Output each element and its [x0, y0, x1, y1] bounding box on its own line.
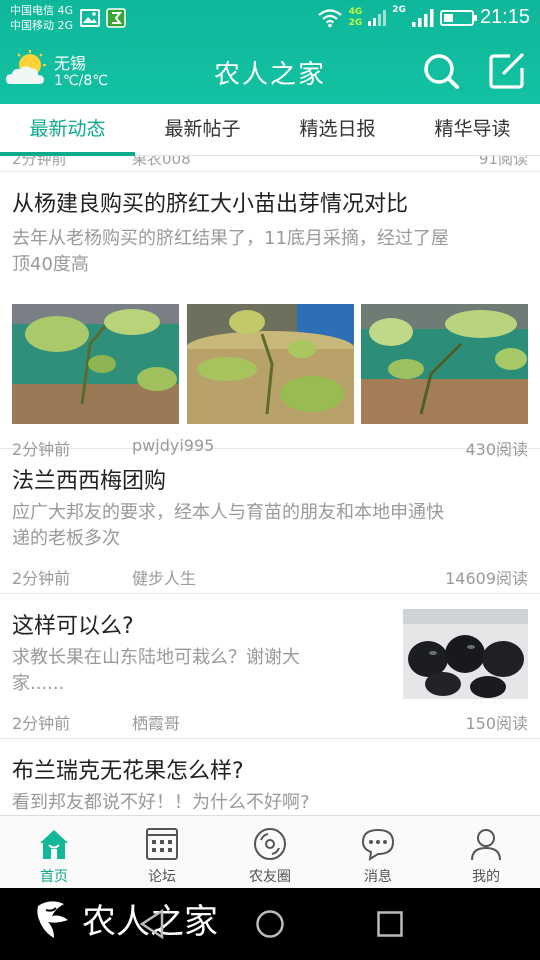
back-icon[interactable]: [138, 908, 166, 940]
notification-icons: [80, 8, 126, 28]
excerpt-line: 家......: [12, 673, 65, 694]
circle-disc-icon: [254, 828, 286, 860]
nav-forum[interactable]: 论坛: [108, 816, 216, 888]
post-feed[interactable]: 2分钟前 果农008 91阅读 从杨建良购买的脐红大小苗出芽情况对比 去年从老杨…: [0, 156, 540, 815]
battery-icon: [439, 9, 477, 26]
seedling-photo-2[interactable]: [187, 304, 354, 424]
nav-label: 论坛: [148, 869, 176, 885]
nav-farmer-circle[interactable]: 农友圈: [216, 816, 324, 888]
post-title: 布兰瑞克无花果怎么样?: [12, 759, 244, 784]
post-time: 2分钟前: [12, 569, 71, 588]
status-time: 21:15: [479, 6, 530, 28]
status-bar: 中国电信 4G 中国移动 2G 4G 2G 2G 21:15: [0, 0, 540, 38]
home-circle-icon[interactable]: [255, 908, 285, 940]
post-excerpt: 去年从老杨购买的脐红结果了，11底月采摘，经过了屋 顶40度高: [12, 226, 449, 278]
post-title: 法兰西西梅团购: [12, 469, 167, 494]
net-tags-1: 4G 2G: [348, 6, 363, 28]
list-item[interactable]: 法兰西西梅团购 应广大邦友的要求，经本人与育苗的朋友和本地申通快 递的老板多次 …: [0, 449, 540, 594]
nav-label: 农友圈: [249, 869, 291, 885]
nav-profile[interactable]: 我的: [432, 816, 540, 888]
nav-label: 我的: [472, 869, 500, 885]
list-item-partial[interactable]: 2分钟前 果农008 91阅读: [0, 156, 540, 172]
post-meta: 2分钟前 健步人生 14609阅读: [12, 565, 528, 589]
net-tag-2g: 2G: [348, 17, 363, 28]
excerpt-line: 顶40度高: [12, 254, 89, 275]
list-item[interactable]: 这样可以么? 求教长果在山东陆地可栽么？谢谢大 家...... 2分钟前 栖霞哥…: [0, 594, 540, 739]
post-time: 2分钟前: [12, 156, 67, 168]
watermark: 农人之家: [30, 894, 218, 943]
black-fruit-photo[interactable]: [403, 609, 528, 699]
profile-icon: [471, 829, 501, 861]
wifi-icon: [317, 8, 342, 27]
status-right: 4G 2G 2G 21:15: [317, 6, 530, 29]
chat-bubble-icon: [361, 828, 395, 861]
post-reads: 14609阅读: [445, 569, 528, 588]
battery-fill: [443, 13, 454, 22]
excerpt-line: 求教长果在山东陆地可栽么？谢谢大: [12, 647, 300, 668]
image-icon: [80, 9, 100, 27]
home-icon: [40, 830, 68, 859]
nav-messages[interactable]: 消息: [324, 816, 432, 888]
excerpt-line: 去年从老杨购买的脐红结果了，11底月采摘，经过了屋: [12, 228, 449, 249]
nav-home[interactable]: 首页: [0, 816, 108, 888]
carrier-1: 中国电信 4G: [10, 4, 74, 17]
post-author: 果农008: [132, 156, 191, 168]
excerpt-line: 应广大邦友的要求，经本人与育苗的朋友和本地申通快: [12, 502, 444, 523]
nav-label: 首页: [40, 869, 68, 885]
signal-icon-2: [411, 8, 434, 27]
app-header: 无锡 1℃/8℃ 农人之家: [0, 38, 540, 104]
app-badge-icon: [106, 8, 126, 28]
watermark-logo-icon: [37, 900, 68, 938]
excerpt-line: 递的老板多次: [12, 528, 120, 549]
excerpt-line: 看到邦友都说不好！！为什么不好啊?: [12, 792, 310, 813]
tab-featured-reads[interactable]: 精华导读: [405, 104, 540, 155]
net-tag-4g: 4G: [348, 6, 363, 17]
signal-icon: [368, 9, 387, 26]
seedling-photo-1[interactable]: [12, 304, 179, 424]
compose-icon[interactable]: [486, 50, 528, 92]
system-nav-bar: 农人之家: [0, 888, 540, 960]
nav-label: 消息: [364, 869, 392, 885]
post-reads: 150阅读: [465, 714, 528, 733]
bottom-nav: 首页 论坛 农友圈 消息 我的: [0, 815, 540, 888]
search-icon[interactable]: [420, 50, 462, 92]
list-item[interactable]: 布兰瑞克无花果怎么样? 看到邦友都说不好！！为什么不好啊?: [0, 739, 540, 815]
post-excerpt: 看到邦友都说不好！！为什么不好啊?: [12, 790, 310, 815]
list-item[interactable]: 从杨建良购买的脐红大小苗出芽情况对比 去年从老杨购买的脐红结果了，11底月采摘，…: [0, 172, 540, 459]
post-author[interactable]: 健步人生: [132, 565, 196, 589]
carrier-2: 中国移动 2G: [10, 19, 74, 32]
recents-square-icon[interactable]: [376, 908, 404, 940]
post-excerpt: 求教长果在山东陆地可栽么？谢谢大 家......: [12, 645, 382, 697]
tab-latest-posts[interactable]: 最新帖子: [135, 104, 270, 155]
post-title: 这样可以么?: [12, 614, 134, 639]
post-excerpt: 应广大邦友的要求，经本人与育苗的朋友和本地申通快 递的老板多次: [12, 500, 444, 552]
tab-latest-activity[interactable]: 最新动态: [0, 104, 135, 156]
post-reads: 91阅读: [478, 156, 528, 168]
tab-daily-picks[interactable]: 精选日报: [270, 104, 405, 155]
seedling-photo-3[interactable]: [361, 304, 528, 424]
post-meta: 2分钟前 栖霞哥 150阅读: [12, 710, 528, 734]
post-time: 2分钟前: [12, 714, 71, 733]
post-author[interactable]: 栖霞哥: [132, 710, 180, 734]
carrier-info: 中国电信 4G 中国移动 2G: [10, 3, 73, 33]
net-tag-2g-b: 2G: [392, 5, 406, 15]
tab-bar: 最新动态 最新帖子 精选日报 精华导读: [0, 104, 540, 156]
top-bar: 中国电信 4G 中国移动 2G 4G 2G 2G 21:15 无锡 1℃/8℃ …: [0, 0, 540, 104]
post-title: 从杨建良购买的脐红大小苗出芽情况对比: [12, 192, 409, 217]
forum-grid-icon: [146, 828, 178, 860]
